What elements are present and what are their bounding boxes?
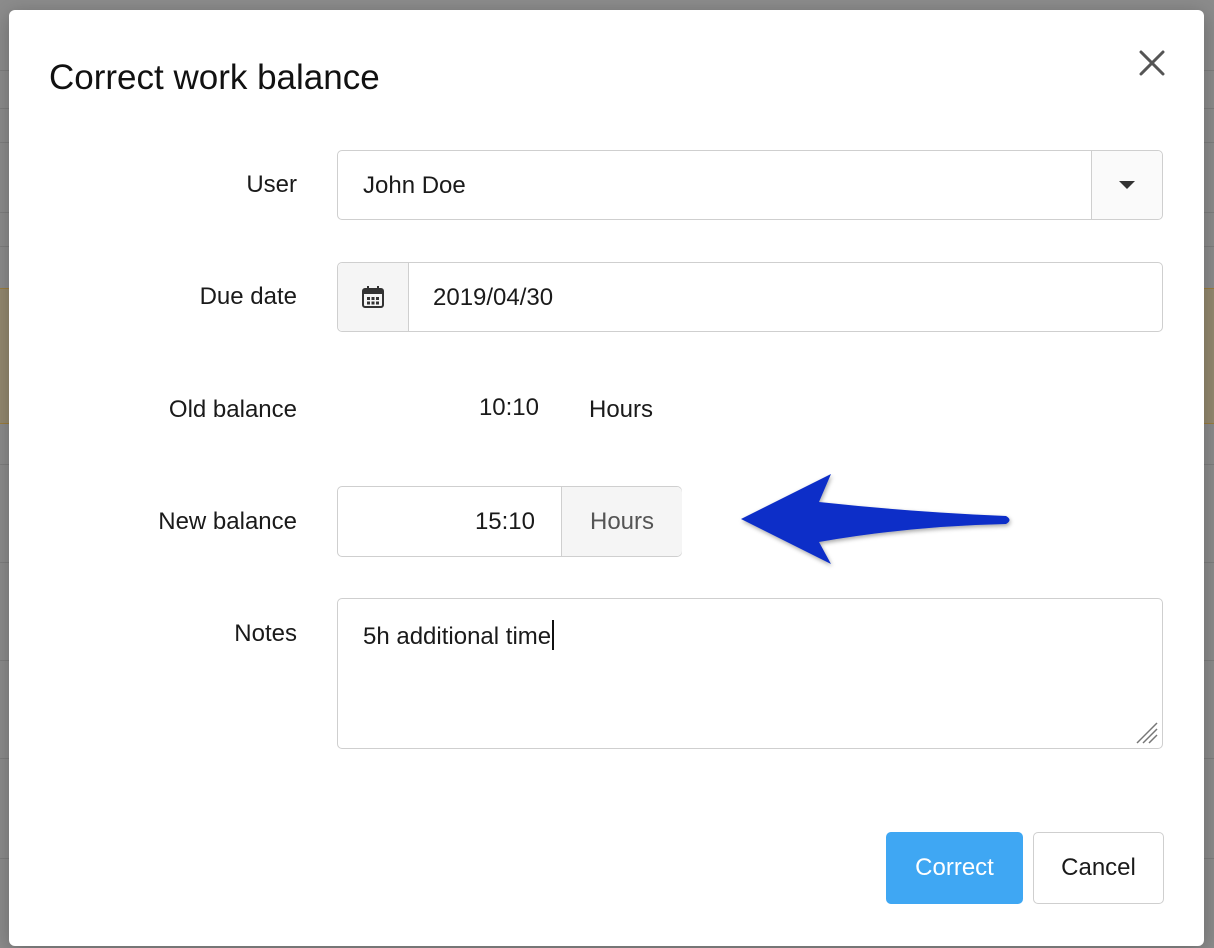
due-date-label: Due date xyxy=(199,283,297,310)
user-select-toggle[interactable] xyxy=(1091,151,1162,219)
close-icon xyxy=(1139,50,1165,76)
correct-balance-dialog: Correct work balance User John Doe Due d… xyxy=(9,10,1204,946)
notes-value: 5h additional time xyxy=(363,620,555,652)
new-balance-label: New balance xyxy=(158,508,297,535)
calendar-icon xyxy=(362,286,384,308)
chevron-down-icon xyxy=(1119,181,1135,189)
due-date-input[interactable]: 2019/04/30 xyxy=(433,283,553,313)
arrow-left-icon xyxy=(741,474,1010,564)
correct-button[interactable]: Correct xyxy=(886,832,1023,904)
close-button[interactable] xyxy=(1133,44,1171,82)
resize-grip-icon[interactable] xyxy=(1133,719,1159,745)
old-balance-unit: Hours xyxy=(589,396,654,423)
cancel-button[interactable]: Cancel xyxy=(1033,832,1164,904)
user-select-value: John Doe xyxy=(363,172,466,199)
new-balance-unit: Hours xyxy=(561,487,682,556)
old-balance-label: Old balance xyxy=(168,396,297,423)
notes-textarea[interactable]: 5h additional time xyxy=(337,598,1163,749)
user-select[interactable]: John Doe xyxy=(337,150,1163,220)
text-caret xyxy=(552,620,555,650)
old-balance-value: 10:10 xyxy=(478,394,539,421)
dialog-title: Correct work balance xyxy=(49,58,380,97)
notes-label: Notes xyxy=(234,620,297,647)
new-balance-field: 15:10 Hours xyxy=(337,486,682,557)
new-balance-input[interactable]: 15:10 xyxy=(338,487,561,556)
calendar-button[interactable] xyxy=(338,263,409,331)
due-date-field: 2019/04/30 xyxy=(337,262,1163,332)
user-label: User xyxy=(246,171,297,198)
